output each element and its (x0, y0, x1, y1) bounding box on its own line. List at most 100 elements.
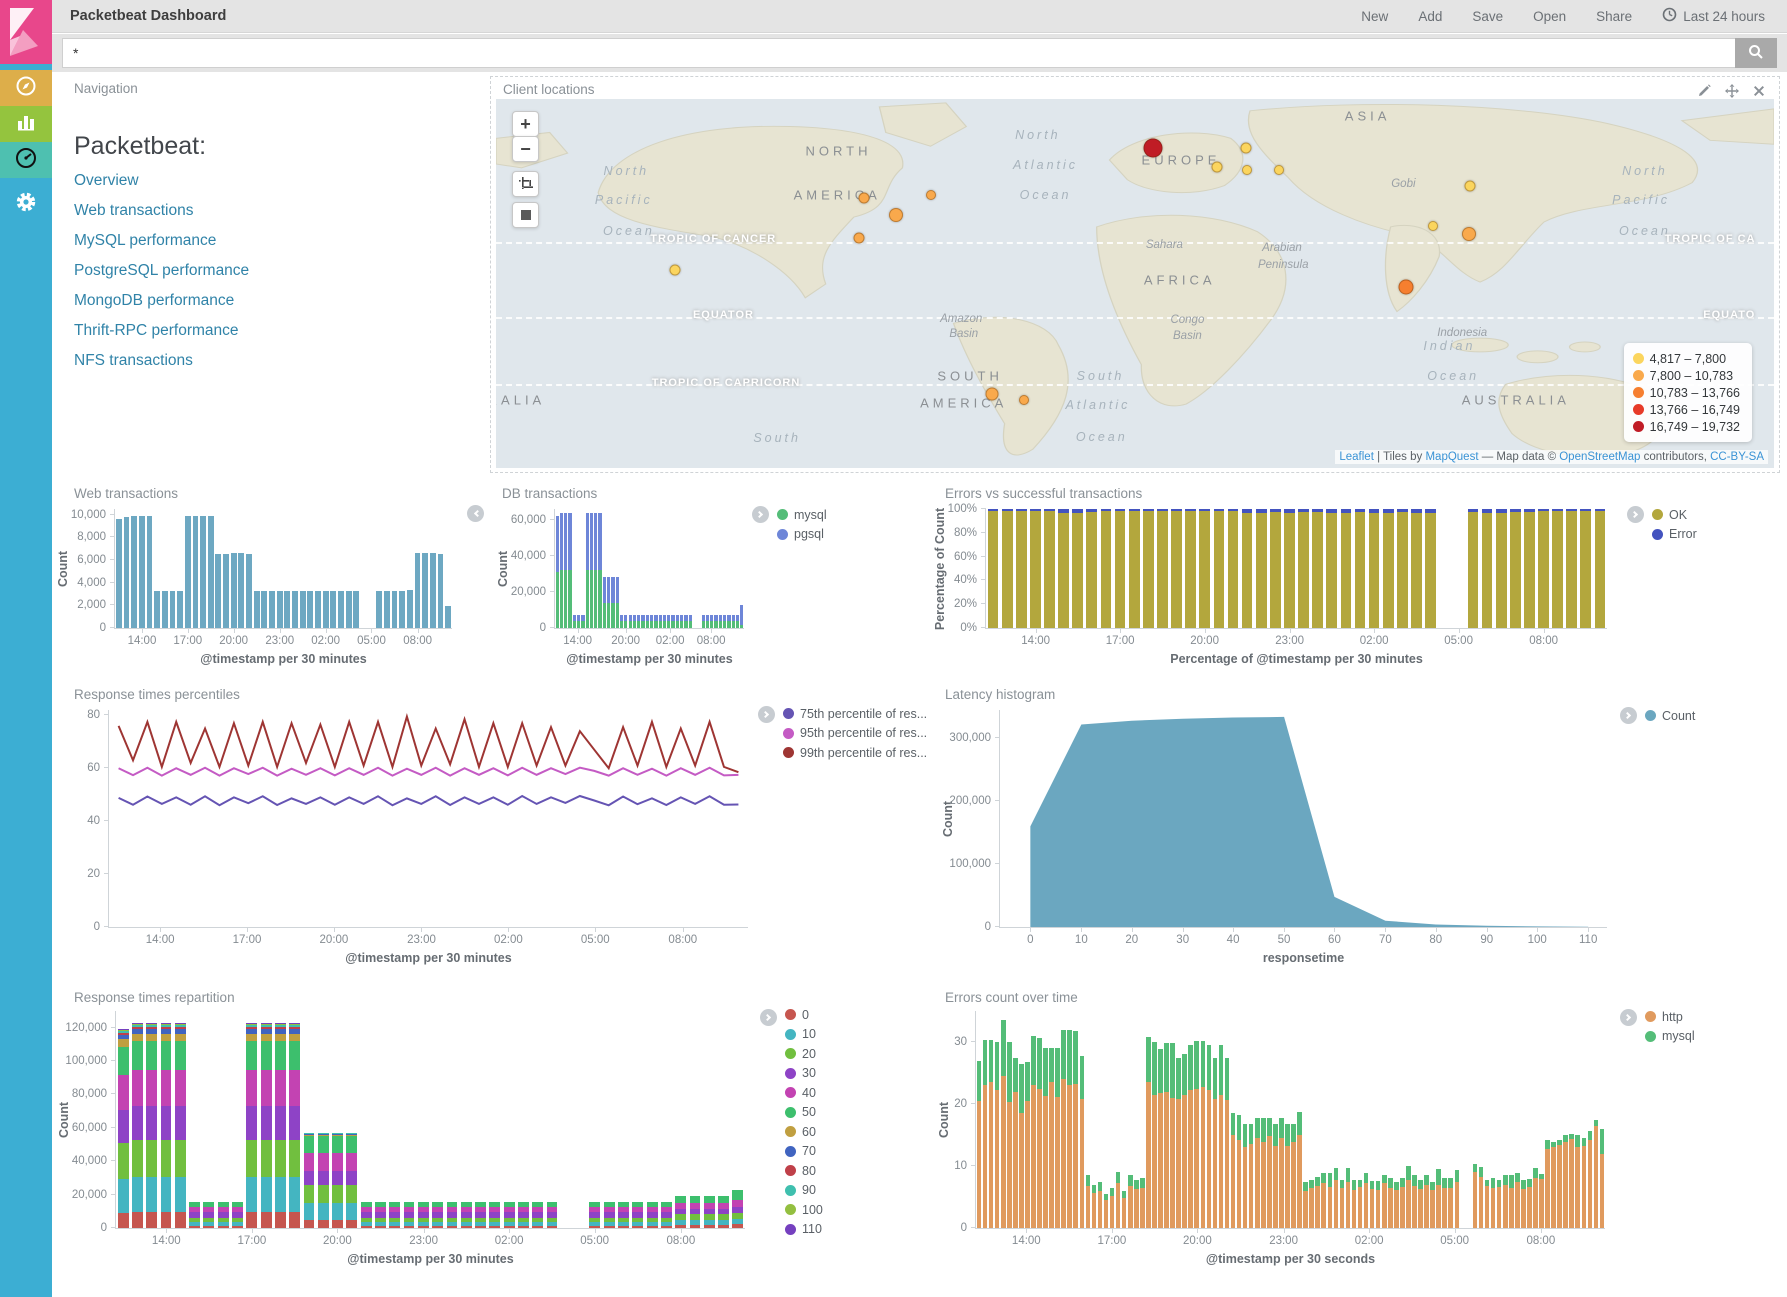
bar-segment[interactable] (704, 1209, 715, 1215)
bar-segment[interactable] (218, 1222, 229, 1226)
bar-segment[interactable] (604, 1222, 615, 1226)
bar[interactable] (223, 554, 229, 628)
bar-segment[interactable] (132, 1029, 143, 1033)
bar-segment[interactable] (175, 1023, 186, 1024)
bar-segment[interactable] (618, 1226, 629, 1228)
bar[interactable] (376, 591, 382, 628)
bar-segment[interactable] (1134, 1189, 1139, 1228)
bar-segment[interactable] (118, 1213, 129, 1228)
bar-segment[interactable] (146, 1029, 157, 1033)
bar-segment[interactable] (1352, 1190, 1357, 1228)
bar-segment[interactable] (989, 1040, 994, 1082)
bar-segment[interactable] (346, 1153, 357, 1171)
bar-segment[interactable] (275, 1034, 286, 1042)
bar-segment[interactable] (1273, 1146, 1278, 1228)
bar-segment[interactable] (618, 1212, 629, 1217)
bar-segment[interactable] (1044, 509, 1055, 511)
bar-segment[interactable] (1171, 511, 1182, 628)
bar-segment[interactable] (189, 1207, 200, 1213)
bar-segment[interactable] (1086, 512, 1097, 628)
bar-segment[interactable] (304, 1135, 315, 1137)
bar-segment[interactable] (1473, 1164, 1478, 1172)
legend-item[interactable]: 99th percentile of res... (783, 743, 927, 763)
bar-segment[interactable] (275, 1027, 286, 1030)
new-button[interactable]: New (1361, 9, 1388, 24)
share-button[interactable]: Share (1596, 9, 1632, 24)
bar-segment[interactable] (714, 615, 717, 621)
bar-segment[interactable] (1242, 509, 1253, 513)
bar[interactable] (445, 606, 451, 628)
bar-segment[interactable] (1557, 1145, 1562, 1228)
bar-segment[interactable] (1376, 1181, 1381, 1190)
client-location-dot[interactable] (853, 232, 864, 243)
nav-link-overview[interactable]: Overview (74, 172, 139, 190)
bar-segment[interactable] (261, 1140, 272, 1177)
bar-segment[interactable] (261, 1027, 272, 1030)
bar-segment[interactable] (659, 621, 662, 628)
bar-segment[interactable] (704, 1196, 715, 1202)
legend-item[interactable]: 50 (785, 1103, 823, 1123)
bar-segment[interactable] (1383, 509, 1394, 513)
legend-item[interactable]: Error (1652, 525, 1697, 545)
bar-segment[interactable] (1334, 1168, 1339, 1180)
bar-segment[interactable] (710, 615, 713, 621)
bar-segment[interactable] (289, 1023, 300, 1024)
bar-segment[interactable] (289, 1041, 300, 1070)
bar[interactable] (430, 553, 436, 628)
bar-segment[interactable] (418, 1222, 429, 1226)
bar-segment[interactable] (1270, 509, 1281, 512)
bar-segment[interactable] (1055, 1048, 1060, 1096)
bar-segment[interactable] (1369, 513, 1380, 628)
bar-segment[interactable] (1533, 1168, 1538, 1179)
mapquest-link[interactable]: MapQuest (1425, 451, 1478, 463)
response-repartition-chart[interactable]: Count @timestamp per 30 minutes 020,0004… (115, 1011, 745, 1229)
bar-segment[interactable] (1364, 1173, 1369, 1182)
bar-segment[interactable] (661, 1202, 672, 1207)
bar-segment[interactable] (1312, 512, 1323, 628)
bar-segment[interactable] (1158, 1093, 1163, 1228)
bar-segment[interactable] (671, 621, 674, 628)
bar-segment[interactable] (246, 1140, 257, 1177)
bar[interactable] (323, 591, 329, 628)
bar-segment[interactable] (618, 1218, 629, 1222)
bar-segment[interactable] (1043, 1048, 1048, 1096)
bar-segment[interactable] (629, 615, 632, 621)
bar-segment[interactable] (504, 1202, 515, 1207)
bar-segment[interactable] (1382, 1175, 1387, 1184)
web-transactions-chart[interactable]: Count @timestamp per 30 minutes 02,0004,… (114, 509, 452, 629)
bar-segment[interactable] (304, 1171, 315, 1184)
bar-segment[interactable] (718, 1214, 729, 1219)
bar-segment[interactable] (261, 1070, 272, 1106)
bar-segment[interactable] (375, 1218, 386, 1222)
bar-segment[interactable] (1072, 513, 1083, 628)
bar-segment[interactable] (332, 1185, 343, 1203)
bar-segment[interactable] (404, 1218, 415, 1222)
bar-segment[interactable] (1013, 1058, 1018, 1092)
bar-segment[interactable] (518, 1212, 529, 1217)
bar-segment[interactable] (504, 1226, 515, 1228)
bar-segment[interactable] (1436, 1169, 1441, 1185)
response-percentiles-chart[interactable]: @timestamp per 30 minutes 02040608014:00… (108, 710, 748, 928)
bar-segment[interactable] (346, 1203, 357, 1220)
bar-segment[interactable] (1497, 1180, 1502, 1187)
nav-link-mongodb[interactable]: MongoDB performance (74, 292, 234, 310)
client-location-dot[interactable] (1241, 143, 1252, 154)
bar-segment[interactable] (261, 1023, 272, 1024)
bar-segment[interactable] (1312, 509, 1323, 512)
bar-segment[interactable] (1214, 511, 1225, 628)
bar-segment[interactable] (361, 1212, 372, 1217)
bar-segment[interactable] (1552, 511, 1563, 628)
bar-segment[interactable] (489, 1212, 500, 1217)
bar-segment[interactable] (275, 1029, 286, 1033)
bar-segment[interactable] (650, 621, 653, 628)
bar-segment[interactable] (603, 603, 606, 628)
bar-segment[interactable] (332, 1171, 343, 1184)
latency-histogram-chart[interactable]: Count responsetime 0100,000200,000300,00… (999, 710, 1607, 928)
bar-segment[interactable] (146, 1212, 157, 1228)
bar-segment[interactable] (1104, 1200, 1109, 1228)
client-location-dot[interactable] (1242, 165, 1252, 175)
bar-segment[interactable] (118, 1047, 129, 1075)
bar-segment[interactable] (1049, 1082, 1054, 1228)
bar-segment[interactable] (1007, 1042, 1012, 1102)
bar-segment[interactable] (146, 1024, 157, 1025)
